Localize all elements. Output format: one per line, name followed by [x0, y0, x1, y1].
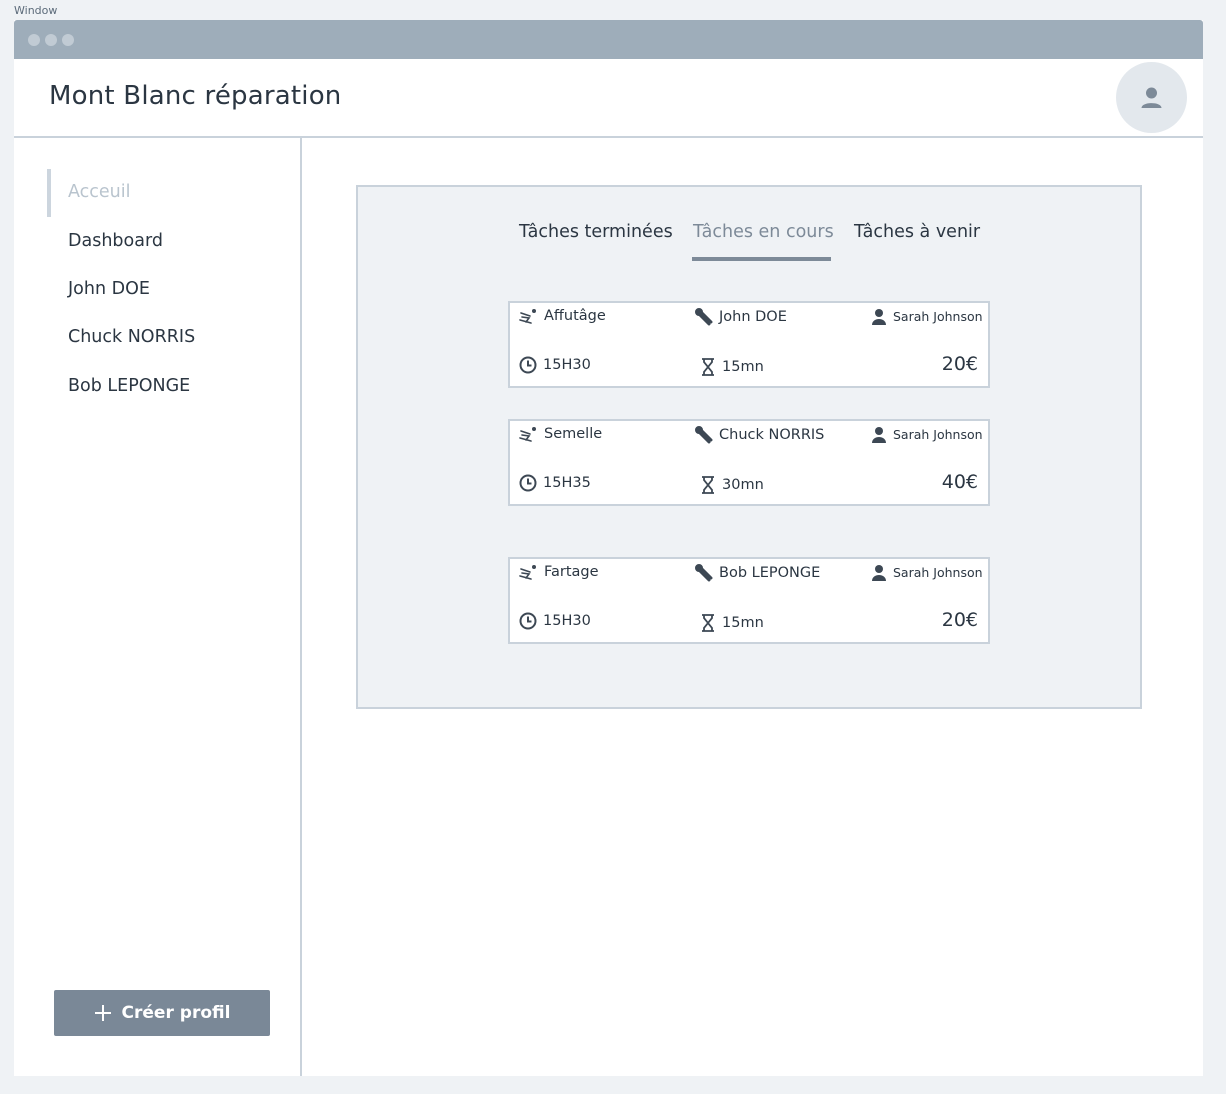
app-window: Mont Blanc réparation Acceuil Dashboard … [14, 20, 1203, 1076]
create-profile-label: Créer profil [121, 1003, 231, 1023]
task-technician: John DOE [695, 308, 787, 326]
tools-icon [695, 564, 713, 582]
title-bar[interactable] [14, 20, 1203, 59]
task-service: Fartage [519, 564, 599, 580]
sidebar-item-john-doe[interactable]: John DOE [68, 279, 150, 299]
clock-icon [519, 474, 537, 492]
sidebar-item-bob-leponge[interactable]: Bob LEPONGE [68, 376, 190, 396]
tools-icon [695, 308, 713, 326]
task-duration: 15mn [700, 358, 764, 376]
sidebar-item-chuck-norris[interactable]: Chuck NORRIS [68, 327, 195, 347]
active-tab-indicator [692, 257, 831, 261]
task-price: 40€ [941, 471, 978, 493]
task-card[interactable]: Affutâge John DOE Sarah Johnson 15H30 15… [508, 301, 990, 388]
user-icon [872, 309, 886, 325]
skier-icon [519, 565, 536, 580]
task-service: Semelle [519, 426, 602, 442]
plus-icon [94, 1005, 111, 1021]
sidebar-active-marker [47, 169, 51, 217]
tools-icon [695, 426, 713, 444]
task-technician: Chuck NORRIS [695, 426, 824, 444]
tab-taches-a-venir[interactable]: Tâches à venir [854, 222, 980, 242]
tab-taches-en-cours[interactable]: Tâches en cours [693, 222, 834, 242]
user-icon [872, 427, 886, 443]
window-label: Window [14, 4, 58, 17]
skier-icon [519, 427, 536, 442]
clock-icon [519, 356, 537, 374]
task-client: Sarah Johnson [871, 426, 983, 443]
task-price: 20€ [941, 353, 978, 375]
task-card[interactable]: Fartage Bob LEPONGE Sarah Johnson 15H30 … [508, 557, 990, 644]
task-time: 15H35 [519, 474, 591, 492]
skier-icon [519, 309, 536, 324]
sidebar: Acceuil Dashboard John DOE Chuck NORRIS … [14, 138, 302, 1076]
task-price: 20€ [941, 609, 978, 631]
task-card[interactable]: Semelle Chuck NORRIS Sarah Johnson 15H35… [508, 419, 990, 506]
clock-icon [519, 612, 537, 630]
task-time: 15H30 [519, 612, 591, 630]
task-client: Sarah Johnson [871, 564, 983, 581]
task-service: Affutâge [519, 308, 606, 324]
app-title: Mont Blanc réparation [49, 81, 342, 111]
hourglass-icon [702, 614, 714, 632]
task-duration: 15mn [700, 614, 764, 632]
hourglass-icon [702, 476, 714, 494]
tab-taches-terminees[interactable]: Tâches terminées [519, 222, 673, 242]
task-time: 15H30 [519, 356, 591, 374]
user-icon [872, 565, 886, 581]
sidebar-item-dashboard[interactable]: Dashboard [68, 231, 163, 251]
window-minimize-dot[interactable] [45, 34, 57, 46]
tasks-panel: Tâches terminées Tâches en cours Tâches … [356, 185, 1142, 709]
avatar[interactable] [1116, 62, 1187, 133]
task-technician: Bob LEPONGE [695, 564, 820, 582]
app-header: Mont Blanc réparation [14, 59, 1203, 138]
create-profile-button[interactable]: Créer profil [54, 990, 270, 1036]
hourglass-icon [702, 358, 714, 376]
window-maximize-dot[interactable] [62, 34, 74, 46]
sidebar-item-acceuil[interactable]: Acceuil [68, 182, 131, 202]
user-icon [1141, 87, 1162, 108]
task-duration: 30mn [700, 476, 764, 494]
window-close-dot[interactable] [28, 34, 40, 46]
task-client: Sarah Johnson [871, 308, 983, 325]
